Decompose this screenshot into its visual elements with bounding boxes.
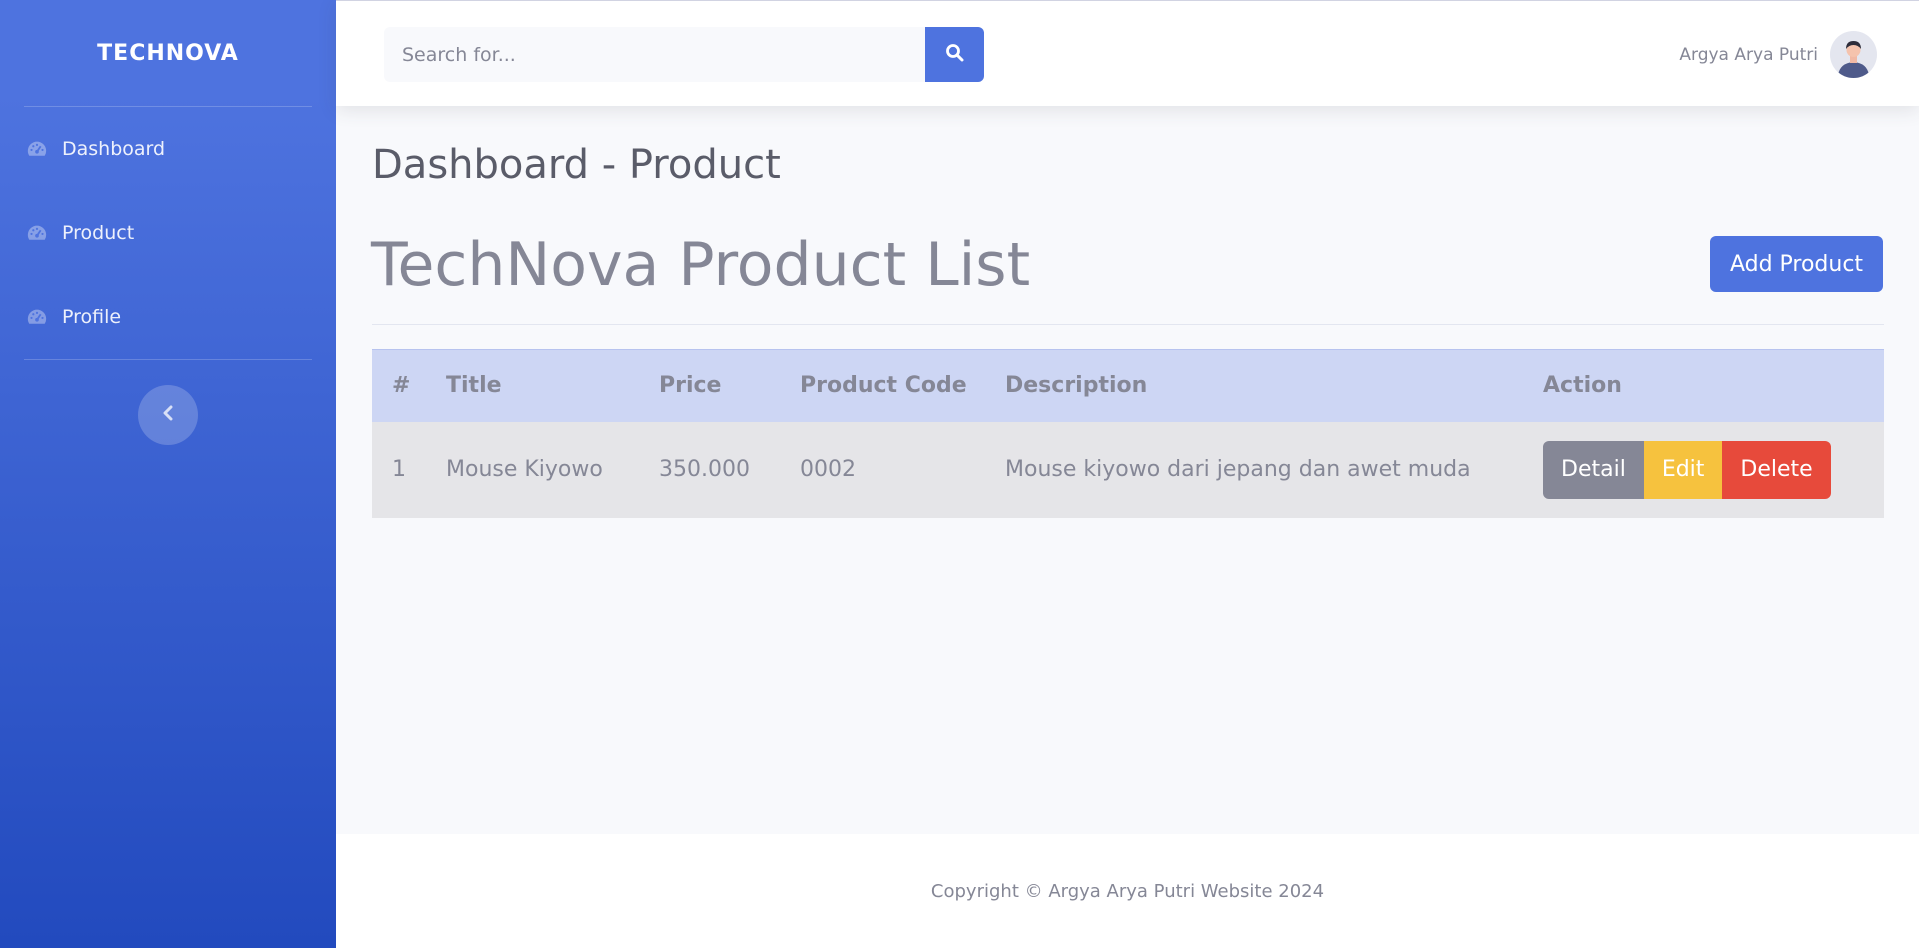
column-header-price: Price: [639, 349, 780, 422]
copyright-text: Copyright © Argya Arya Putri Website 202…: [930, 880, 1325, 902]
action-button-group: Detail Edit Delete: [1543, 440, 1884, 499]
sidebar-item-label: Dashboard: [62, 138, 166, 160]
sidebar-item-label: Profile: [62, 306, 122, 328]
search-form: [384, 27, 984, 82]
column-header-product-code: Product Code: [780, 349, 985, 422]
sidebar-item-dashboard[interactable]: Dashboard: [0, 107, 336, 191]
search-icon: [945, 43, 965, 66]
cell-product-code: 0002: [780, 421, 985, 518]
topbar: Argya Arya Putri: [336, 0, 1919, 106]
column-header-description: Description: [985, 349, 1523, 422]
sidebar-item-label: Product: [62, 222, 135, 244]
search-input[interactable]: [384, 27, 925, 82]
footer: Copyright © Argya Arya Putri Website 202…: [336, 834, 1919, 948]
user-name: Argya Arya Putri: [1679, 44, 1818, 65]
user-menu[interactable]: Argya Arya Putri: [1679, 31, 1877, 78]
delete-button[interactable]: Delete: [1722, 440, 1831, 499]
cell-description: Mouse kiyowo dari jepang dan awet muda: [985, 421, 1523, 518]
column-header-title: Title: [426, 349, 639, 422]
divider: [372, 324, 1884, 325]
brand-logo[interactable]: TECHNOVA: [0, 0, 336, 106]
product-table: # Title Price Product Code Description A…: [372, 349, 1884, 518]
list-title: TechNova Product List: [371, 230, 1031, 300]
sidebar: TECHNOVA Dashboard Product Profile: [0, 0, 336, 948]
sidebar-item-product[interactable]: Product: [0, 191, 336, 275]
tachometer-icon: [25, 137, 49, 161]
page-title: Dashboard - Product: [372, 142, 781, 188]
sidebar-divider: [24, 359, 312, 360]
column-header-number: #: [372, 349, 426, 422]
main-content: Dashboard - Product TechNova Product Lis…: [336, 106, 1919, 834]
cell-price: 350.000: [639, 421, 780, 518]
table-header-row: # Title Price Product Code Description A…: [372, 349, 1884, 422]
add-product-button[interactable]: Add Product: [1710, 236, 1883, 292]
chevron-left-icon: [161, 405, 175, 425]
tachometer-icon: [25, 221, 49, 245]
column-header-action: Action: [1523, 349, 1884, 422]
sidebar-item-profile[interactable]: Profile: [0, 275, 336, 359]
avatar: [1830, 31, 1877, 78]
table-row: 1 Mouse Kiyowo 350.000 0002 Mouse kiyowo…: [372, 421, 1884, 518]
sidebar-toggle-button[interactable]: [138, 385, 198, 445]
tachometer-icon: [25, 305, 49, 329]
cell-number: 1: [372, 421, 426, 518]
cell-action: Detail Edit Delete: [1523, 421, 1884, 518]
search-button[interactable]: [925, 27, 984, 82]
edit-button[interactable]: Edit: [1643, 440, 1723, 499]
cell-title: Mouse Kiyowo: [426, 421, 639, 518]
sidebar-toggle-wrap: [0, 385, 336, 445]
detail-button[interactable]: Detail: [1543, 440, 1644, 499]
